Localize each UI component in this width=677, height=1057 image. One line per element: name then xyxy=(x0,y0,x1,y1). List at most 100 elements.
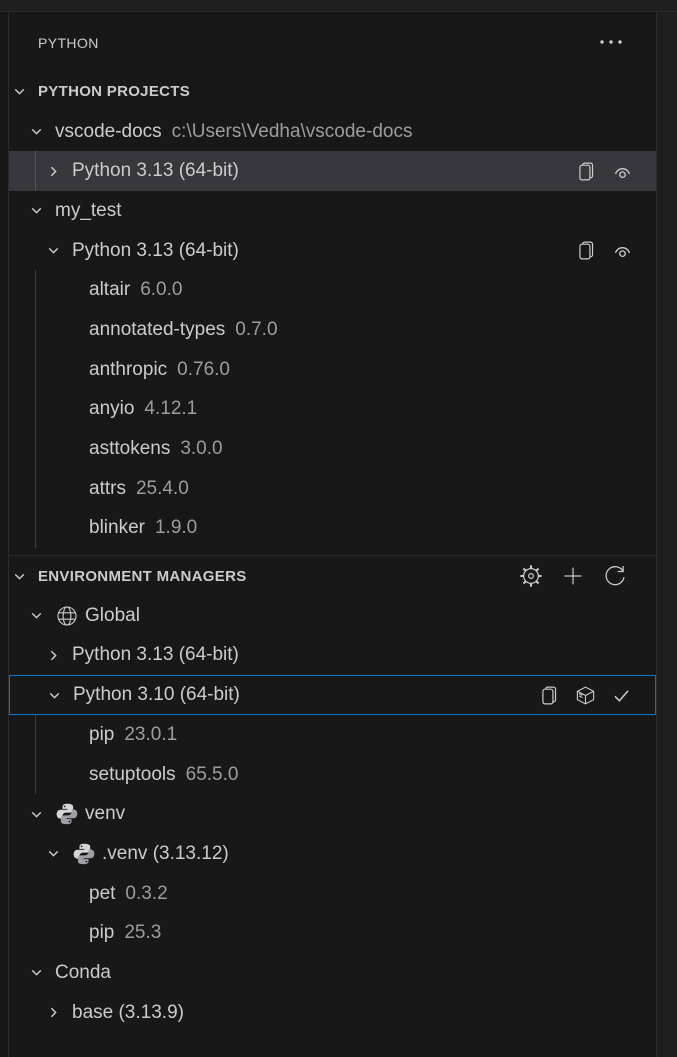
section-header-label: ENVIRONMENT MANAGERS xyxy=(38,568,247,585)
tree-item-label: pip xyxy=(89,724,114,746)
tree-item-python-3-13-64-bit[interactable]: Python 3.13 (64-bit) xyxy=(9,231,656,271)
check-button[interactable] xyxy=(611,685,632,706)
package-version: 23.0.1 xyxy=(124,724,177,746)
settings-button[interactable] xyxy=(519,564,543,588)
chevron-down-icon[interactable] xyxy=(45,242,72,259)
tree-item-label: anyio xyxy=(89,398,134,420)
indent-guide xyxy=(35,469,36,509)
check-icon xyxy=(611,685,632,706)
chevron-right-icon[interactable] xyxy=(45,647,72,664)
add-button[interactable] xyxy=(561,564,585,588)
section-header-environment-managers[interactable]: ENVIRONMENT MANAGERS xyxy=(9,556,656,596)
panel-header: PYTHON xyxy=(9,13,656,72)
tree-item-attrs[interactable]: attrs 25.4.0 xyxy=(9,469,656,509)
row-actions xyxy=(539,685,632,706)
tree-item-label: anthropic xyxy=(89,359,167,381)
section-header-python-projects[interactable]: PYTHON PROJECTS xyxy=(9,72,656,112)
add-icon xyxy=(561,564,585,588)
tree-item-label: Python 3.13 (64-bit) xyxy=(72,240,239,262)
tree-item-pip[interactable]: pip 23.0.1 xyxy=(9,715,656,755)
indent-guide xyxy=(35,270,36,310)
tree-item-base-3-13-9[interactable]: base (3.13.9) xyxy=(9,993,656,1033)
globe-icon xyxy=(55,604,79,628)
indent-guide xyxy=(35,310,36,350)
tree-item-python-3-13-64-bit[interactable]: Python 3.13 (64-bit) xyxy=(9,636,656,676)
package-version: 0.3.2 xyxy=(125,883,167,905)
tree-item-anthropic[interactable]: anthropic0.76.0 xyxy=(9,350,656,390)
window-top-edge xyxy=(0,0,677,12)
chevron-down-icon[interactable] xyxy=(11,83,38,100)
chevron-down-icon[interactable] xyxy=(11,568,38,585)
chevron-right-icon[interactable] xyxy=(45,1004,72,1021)
tree-item-my-test[interactable]: my_test xyxy=(9,191,656,231)
tree-item-altair[interactable]: altair6.0.0 xyxy=(9,270,656,310)
copy-button[interactable] xyxy=(539,685,560,706)
tree-item-label: Python 3.10 (64-bit) xyxy=(73,684,240,706)
tree-item-venv-3-13-12[interactable]: .venv (3.13.12) xyxy=(9,834,656,874)
tree-item-anyio[interactable]: anyio 4.12.1 xyxy=(9,390,656,430)
tree-item-setuptools[interactable]: setuptools65.5.0 xyxy=(9,755,656,795)
indent-guide xyxy=(35,390,36,430)
python-extension-sidebar: PYTHON PYTHON PROJECTS vscode-docs c:\User… xyxy=(0,0,677,1057)
chevron-down-icon[interactable] xyxy=(28,607,55,624)
tree-item-venv[interactable]: venv xyxy=(9,794,656,834)
indent-guide xyxy=(35,509,36,549)
settings-icon xyxy=(519,564,543,588)
tree-item-label: .venv (3.13.12) xyxy=(102,843,229,865)
python-icon xyxy=(55,802,79,826)
tree-item-label: Python 3.13 (64-bit) xyxy=(72,644,239,666)
indent-guide xyxy=(35,151,36,191)
eye-button[interactable] xyxy=(612,161,633,182)
tree-item-asttokens[interactable]: asttokens 3.0.0 xyxy=(9,429,656,469)
copy-icon xyxy=(576,161,597,182)
eye-button[interactable] xyxy=(612,240,633,261)
chevron-down-icon[interactable] xyxy=(28,964,55,981)
package-version: 25.4.0 xyxy=(136,478,189,500)
chevron-down-icon[interactable] xyxy=(28,202,55,219)
tree-item-python-3-13-64-bit[interactable]: Python 3.13 (64-bit) xyxy=(9,151,656,191)
copy-icon xyxy=(539,685,560,706)
python-panel: PYTHON PYTHON PROJECTS vscode-docs c:\User… xyxy=(9,13,656,1057)
tree-item-label: asttokens xyxy=(89,438,170,460)
adjacent-panel-strip xyxy=(656,12,677,1057)
indent-guide xyxy=(35,429,36,469)
refresh-button[interactable] xyxy=(603,564,627,588)
package-version: 3.0.0 xyxy=(180,438,222,460)
tree-item-annotated-types[interactable]: annotated-types0.7.0 xyxy=(9,310,656,350)
tree-item-label: annotated-types xyxy=(89,319,225,341)
indent-guide xyxy=(35,755,36,795)
tree-item-vscode-docs[interactable]: vscode-docs c:\Users\Vedha\vscode-docs xyxy=(9,112,656,152)
section-header-label: PYTHON PROJECTS xyxy=(38,83,190,100)
eye-icon xyxy=(612,161,633,182)
section-environment-managers: ENVIRONMENT MANAGERS Global Python 3.13 (6… xyxy=(9,555,656,1032)
tree-item-label: blinker xyxy=(89,517,145,539)
tree-item-label: Python 3.13 (64-bit) xyxy=(72,160,239,182)
more-actions-button[interactable] xyxy=(598,34,624,52)
chevron-down-icon[interactable] xyxy=(45,845,72,862)
tree-item-description: c:\Users\Vedha\vscode-docs xyxy=(172,121,413,143)
tree-item-pip[interactable]: pip25.3 xyxy=(9,913,656,953)
tree-item-label: attrs xyxy=(89,478,126,500)
package-button[interactable] xyxy=(575,685,596,706)
tree-item-label: vscode-docs xyxy=(55,121,162,143)
chevron-right-icon[interactable] xyxy=(45,163,72,180)
tree-item-blinker[interactable]: blinker1.9.0 xyxy=(9,509,656,549)
package-version: 65.5.0 xyxy=(186,764,239,786)
tree-item-label: pet xyxy=(89,883,115,905)
tree-item-pet[interactable]: pet 0.3.2 xyxy=(9,874,656,914)
chevron-down-icon[interactable] xyxy=(28,806,55,823)
panel-title: PYTHON xyxy=(38,35,99,51)
copy-button[interactable] xyxy=(576,240,597,261)
tree-item-conda[interactable]: Conda xyxy=(9,953,656,993)
chevron-down-icon[interactable] xyxy=(46,687,73,704)
package-version: 4.12.1 xyxy=(144,398,197,420)
copy-button[interactable] xyxy=(576,161,597,182)
chevron-down-icon[interactable] xyxy=(28,123,55,140)
eye-icon xyxy=(612,240,633,261)
tree-item-python-3-10-64-bit[interactable]: Python 3.10 (64-bit) xyxy=(9,675,656,715)
package-icon xyxy=(575,685,596,706)
tree-item-label: venv xyxy=(85,803,125,825)
refresh-icon xyxy=(603,564,627,588)
ellipsis-icon xyxy=(598,34,624,52)
tree-item-global[interactable]: Global xyxy=(9,596,656,636)
